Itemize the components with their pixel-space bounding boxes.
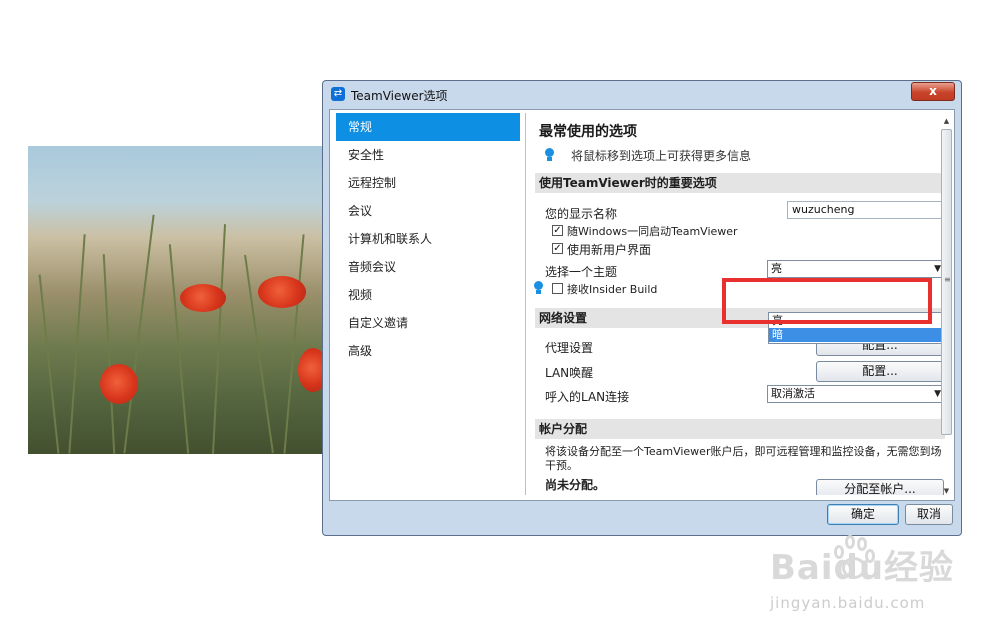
theme-option-dark[interactable]: 暗: [769, 328, 945, 342]
nav-item-video[interactable]: 视频: [336, 281, 520, 309]
section-account: 帐户分配: [535, 419, 945, 439]
title-bar[interactable]: ⇄ TeamViewer选项 x: [323, 81, 961, 107]
lightbulb-icon: [534, 281, 543, 294]
unassigned-status: 尚未分配。: [545, 478, 606, 492]
nav-item-custom-invitation[interactable]: 自定义邀请: [336, 309, 520, 337]
close-button[interactable]: x: [911, 82, 955, 101]
hint-text: 将鼠标移到选项上可获得更多信息: [571, 149, 752, 163]
nav-item-remote-control[interactable]: 远程控制: [336, 169, 520, 197]
lightbulb-icon: [545, 148, 554, 161]
proxy-label: 代理设置: [545, 341, 594, 355]
ok-button[interactable]: 确定: [827, 504, 899, 525]
window-title: TeamViewer选项: [351, 89, 448, 103]
startup-with-windows-label: 随Windows一同启动TeamViewer: [567, 225, 738, 238]
lan-wake-config-button[interactable]: 配置...: [816, 361, 944, 382]
nav-item-security[interactable]: 安全性: [336, 141, 520, 169]
lan-wake-label: LAN唤醒: [545, 366, 594, 380]
scroll-down-icon[interactable]: ▼: [939, 485, 954, 498]
nav-item-audio-conference[interactable]: 音频会议: [336, 253, 520, 281]
nav-divider: [525, 113, 526, 495]
new-ui-label: 使用新用户界面: [567, 243, 652, 257]
teamviewer-logo-icon: ⇄: [331, 87, 345, 101]
cancel-button[interactable]: 取消: [905, 504, 953, 525]
assign-account-button[interactable]: 分配至帐户...: [816, 479, 944, 495]
watermark-brand: Baidu经验: [770, 548, 955, 588]
nav-item-general[interactable]: 常规: [336, 113, 520, 141]
new-ui-checkbox[interactable]: ✓: [552, 243, 563, 254]
incoming-lan-select[interactable]: 取消激活 ▼: [767, 385, 945, 403]
nav-item-advanced[interactable]: 高级: [336, 337, 520, 365]
insider-build-checkbox[interactable]: [552, 283, 563, 294]
display-name-input[interactable]: wuzucheng: [787, 201, 942, 219]
incoming-lan-label: 呼入的LAN连接: [545, 390, 630, 404]
theme-select-value: 亮: [771, 262, 782, 275]
incoming-lan-value: 取消激活: [771, 387, 815, 400]
options-nav: 常规 安全性 远程控制 会议 计算机和联系人 音频会议 视频 自定义邀请 高级: [336, 113, 520, 495]
display-name-label: 您的显示名称: [545, 207, 618, 221]
section-important-options: 使用TeamViewer时的重要选项: [535, 173, 945, 193]
nav-item-meeting[interactable]: 会议: [336, 197, 520, 225]
insider-build-label: 接收Insider Build: [567, 283, 658, 296]
scrollbar-thumb[interactable]: ≡: [941, 129, 952, 435]
settings-scrollbar[interactable]: ▲ ≡ ▼: [939, 115, 954, 499]
poppy-field-photo: [28, 146, 326, 454]
page-title: 最常使用的选项: [539, 124, 637, 140]
startup-with-windows-checkbox[interactable]: ✓: [552, 225, 563, 236]
scroll-up-icon[interactable]: ▲: [939, 115, 954, 128]
grip-icon: ≡: [944, 275, 951, 284]
annotation-highlight-box: [722, 278, 932, 324]
account-description: 将该设备分配至一个TeamViewer账户后，即可远程管理和监控设备，无需您到场…: [545, 445, 942, 472]
nav-item-computers-contacts[interactable]: 计算机和联系人: [336, 225, 520, 253]
watermark-url: jingyan.baidu.com: [770, 594, 926, 612]
theme-select[interactable]: 亮 ▼: [767, 260, 945, 278]
theme-label: 选择一个主题: [545, 265, 618, 279]
